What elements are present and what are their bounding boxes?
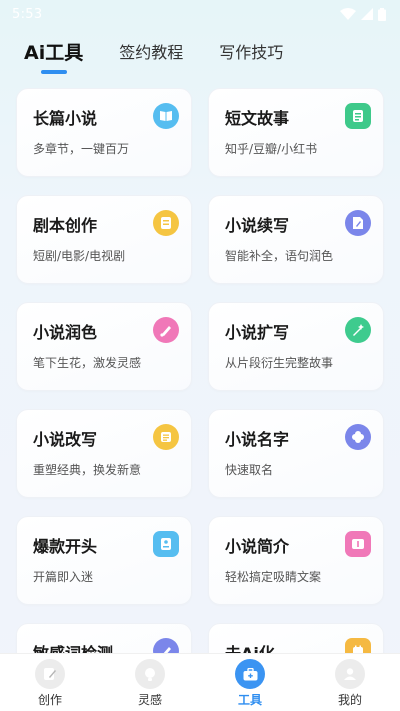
tool-card-rewrite[interactable]: 小说改写 重塑经典，换发新意	[16, 409, 192, 498]
list-icon	[153, 424, 179, 450]
nav-item-inspiration[interactable]: 灵感	[115, 659, 185, 707]
lightbulb-icon	[135, 659, 165, 689]
card-subtitle: 短剧/电影/电视剧	[33, 249, 126, 263]
script-icon	[153, 210, 179, 236]
nav-label: 灵感	[137, 693, 162, 707]
tool-card-hit-opening[interactable]: 爆款开头 开篇即入迷	[16, 516, 192, 605]
battery-icon	[378, 7, 386, 21]
tab-label: 签约教程	[119, 43, 184, 62]
card-subtitle: 从片段衍生完整故事	[225, 356, 334, 370]
active-tab-indicator	[40, 70, 67, 74]
tab-bar: Ai工具 签约教程 写作技巧	[24, 40, 319, 74]
tool-card-polish[interactable]: 小说润色 笔下生花，激发灵感	[16, 302, 192, 391]
pen-doc-icon	[345, 210, 371, 236]
card-subtitle: 重塑经典，换发新意	[33, 463, 142, 477]
toolbox-icon	[235, 659, 265, 689]
tool-card-novel-name[interactable]: 小说名字 快速取名	[208, 409, 384, 498]
document-icon	[153, 531, 179, 557]
nav-label: 工具	[237, 693, 262, 707]
tool-grid: 长篇小说 多章节，一键百万 短文故事 知乎/豆瓣/小红书 剧本创作 短剧/电影/…	[16, 88, 384, 711]
nav-label: 创作	[37, 693, 62, 707]
tool-card-long-novel[interactable]: 长篇小说 多章节，一键百万	[16, 88, 192, 177]
tab-ai-tools[interactable]: Ai工具	[24, 40, 84, 74]
info-book-icon	[345, 531, 371, 557]
card-subtitle: 多章节，一键百万	[33, 142, 130, 156]
card-subtitle: 智能补全，语句润色	[225, 249, 334, 263]
tab-label: 写作技巧	[219, 43, 284, 62]
tool-card-synopsis[interactable]: 小说简介 轻松搞定吸睛文案	[208, 516, 384, 605]
create-icon	[35, 659, 65, 689]
tab-label: Ai工具	[24, 42, 84, 64]
nav-item-tools[interactable]: 工具	[215, 659, 285, 707]
profile-icon	[335, 659, 365, 689]
card-subtitle: 快速取名	[225, 463, 274, 477]
cell-signal-icon	[361, 8, 373, 20]
card-subtitle: 知乎/豆瓣/小红书	[225, 142, 318, 156]
wifi-icon	[340, 8, 356, 20]
book-icon	[153, 103, 179, 129]
tool-card-continue-writing[interactable]: 小说续写 智能补全，语句润色	[208, 195, 384, 284]
status-icons	[340, 7, 386, 21]
card-subtitle: 轻松搞定吸睛文案	[225, 570, 322, 584]
tab-writing-tips[interactable]: 写作技巧	[219, 40, 283, 70]
status-bar: 5:53	[0, 0, 400, 28]
brush-icon	[153, 317, 179, 343]
clover-icon	[345, 424, 371, 450]
tool-card-script[interactable]: 剧本创作 短剧/电影/电视剧	[16, 195, 192, 284]
tool-card-short-story[interactable]: 短文故事 知乎/豆瓣/小红书	[208, 88, 384, 177]
bottom-navigation: 创作 灵感 工具 我的	[0, 653, 400, 711]
nav-item-profile[interactable]: 我的	[315, 659, 385, 707]
card-subtitle: 笔下生花，激发灵感	[33, 356, 142, 370]
nav-item-create[interactable]: 创作	[15, 659, 85, 707]
scroll-icon	[345, 103, 371, 129]
tool-card-expand[interactable]: 小说扩写 从片段衍生完整故事	[208, 302, 384, 391]
nav-label: 我的	[337, 693, 362, 707]
tab-signing-tutorial[interactable]: 签约教程	[119, 40, 183, 70]
card-subtitle: 开篇即入迷	[33, 570, 94, 584]
status-time: 5:53	[12, 6, 43, 22]
magic-wand-icon	[345, 317, 371, 343]
